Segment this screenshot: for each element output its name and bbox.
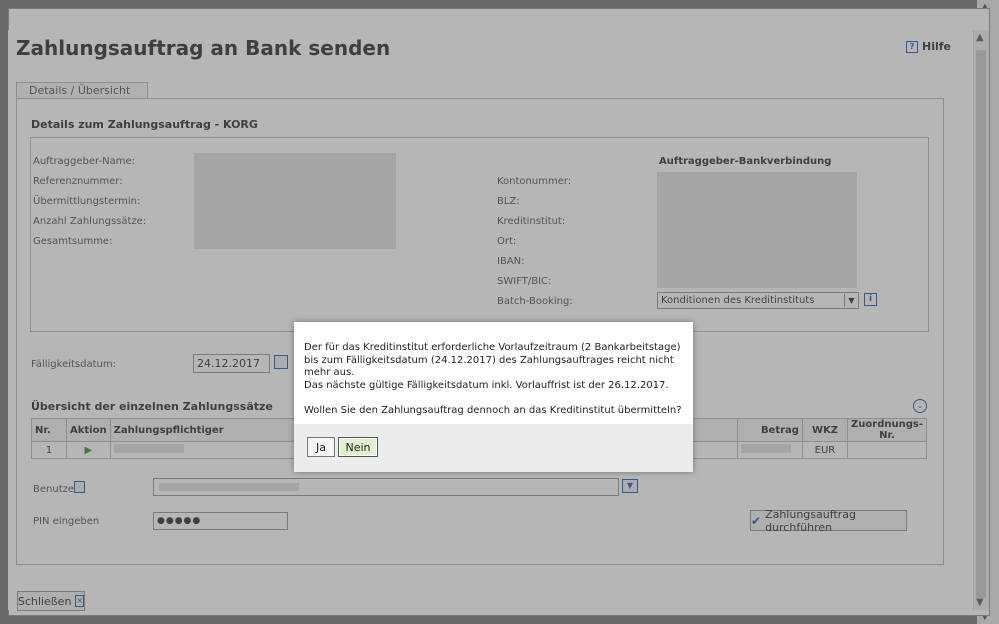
modal-overlay — [0, 0, 999, 624]
modal-text-3: Wollen Sie den Zahlungsauftrag dennoch a… — [304, 405, 682, 416]
modal-text-2: Das nächste gültige Fälligkeitsdatum ink… — [304, 379, 669, 391]
no-button[interactable]: Nein — [338, 437, 378, 457]
yes-button[interactable]: Ja — [307, 437, 335, 457]
modal-text-1: Der für das Kreditinstitut erforderliche… — [304, 342, 681, 378]
modal-message: Der für das Kreditinstitut erforderliche… — [304, 342, 684, 418]
confirm-modal: Der für das Kreditinstitut erforderliche… — [294, 322, 693, 472]
